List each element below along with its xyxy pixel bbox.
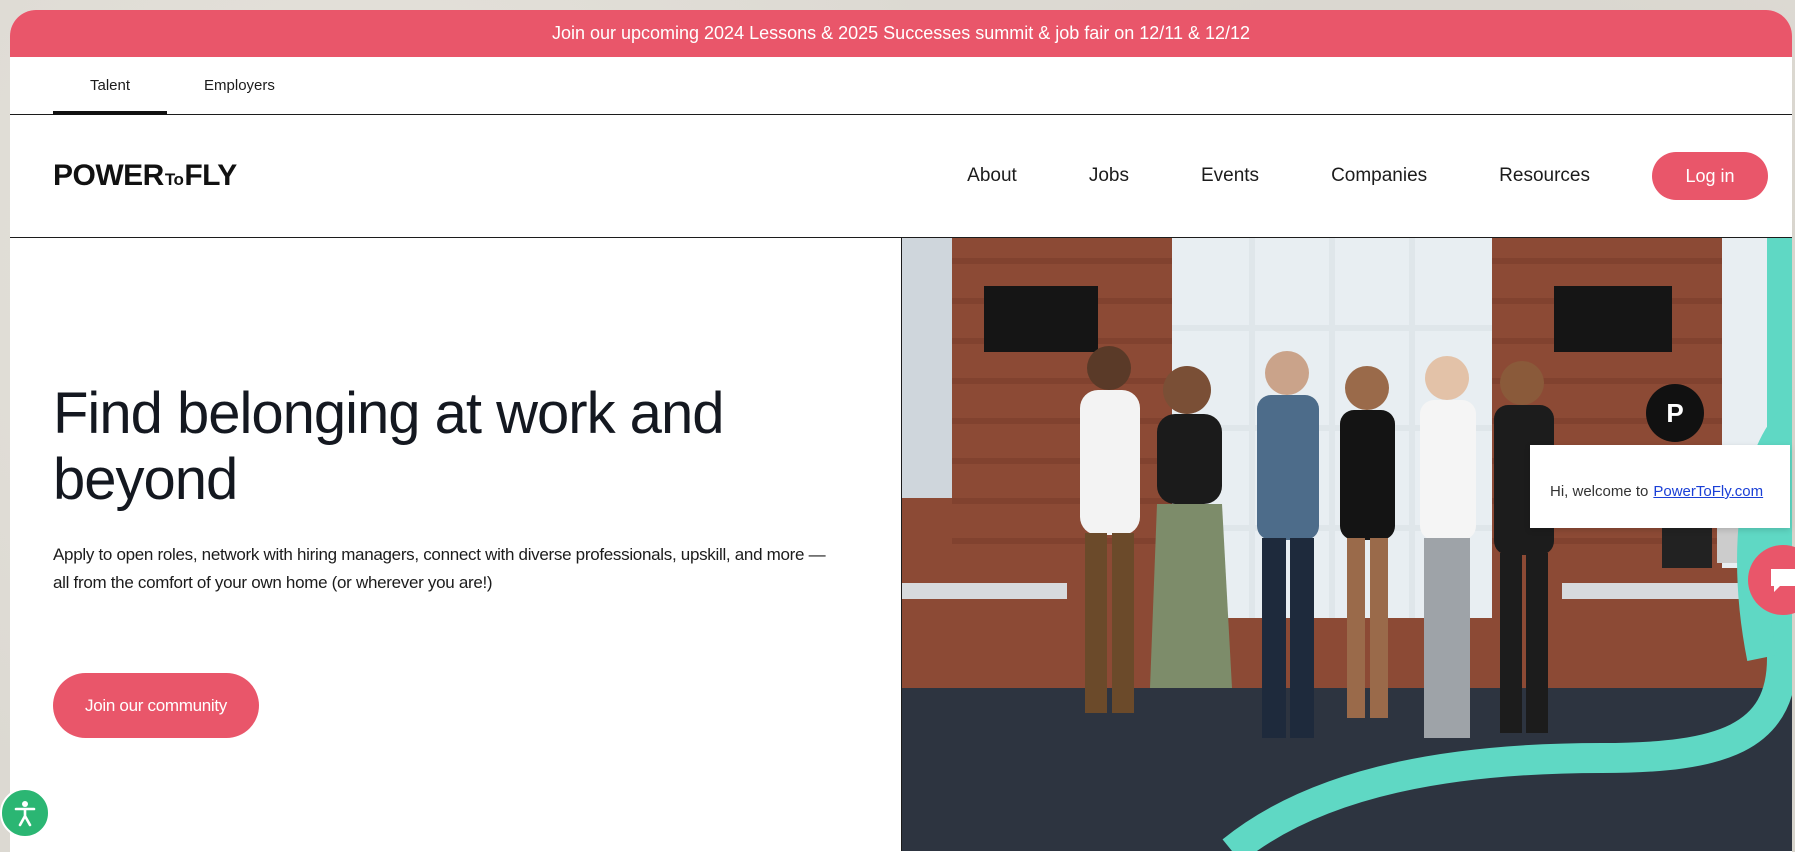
group-photo-illustration [902,238,1792,851]
accessibility-button[interactable] [0,788,50,838]
chat-site-link[interactable]: PowerToFly.com [1653,483,1763,500]
join-community-button[interactable]: Join our community [53,673,259,738]
hero-content: Find belonging at work and beyond Apply … [53,238,873,738]
tab-employers-label: Employers [204,77,275,94]
logo-power: POWER [53,159,164,192]
nav-events[interactable]: Events [1201,165,1259,187]
hero-description: Apply to open roles, network with hiring… [53,545,826,592]
nav-resources[interactable]: Resources [1499,165,1590,187]
announcement-text[interactable]: Join our upcoming 2024 Lessons & 2025 Su… [552,23,1250,44]
tab-employers[interactable]: Employers [167,57,312,114]
nav-jobs[interactable]: Jobs [1089,165,1129,187]
tab-talent[interactable]: Talent [53,57,168,115]
browser-window: Join our upcoming 2024 Lessons & 2025 Su… [10,10,1792,852]
hero-title: Find belonging at work and beyond [53,381,724,512]
accessibility-icon [14,801,36,827]
login-button[interactable]: Log in [1652,152,1768,200]
tab-talent-label: Talent [90,77,131,94]
site-header: POWER To FLY About Jobs Events Companies R… [10,115,1792,238]
hero-group-photo [901,238,1792,851]
hero-section: Find belonging at work and beyond Apply … [10,238,1792,851]
chat-welcome-popup[interactable]: Hi, welcome to PowerToFly.com [1530,445,1790,528]
announcement-bar[interactable]: Join our upcoming 2024 Lessons & 2025 Su… [10,10,1792,57]
chat-avatar: P [1646,384,1704,442]
main-nav: About Jobs Events Companies Resources Lo… [967,152,1768,200]
logo-to: To [164,170,184,189]
chat-bubble-icon [1771,569,1795,592]
powertofly-logo[interactable]: POWER To FLY [53,159,237,193]
nav-about[interactable]: About [967,165,1017,187]
audience-tabs: Talent Employers [10,57,1792,115]
chat-greeting: Hi, welcome to [1550,483,1649,500]
nav-companies[interactable]: Companies [1331,165,1427,187]
logo-fly: FLY [184,159,237,192]
chat-avatar-letter: P [1666,397,1684,428]
